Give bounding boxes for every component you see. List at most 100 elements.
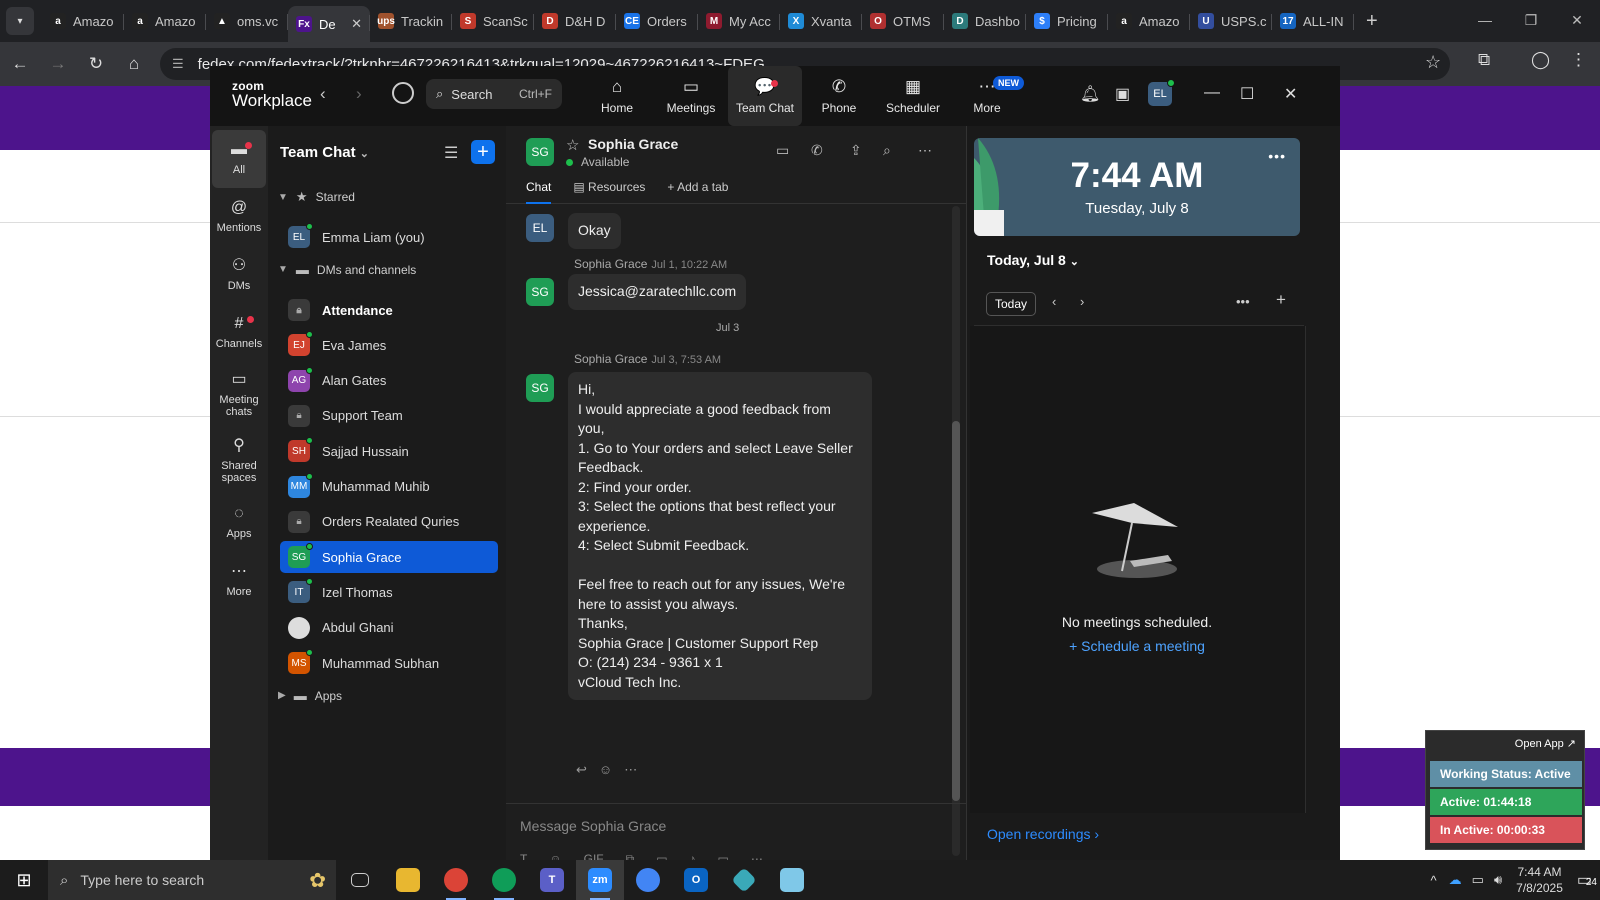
browser-tab[interactable]: CE Orders xyxy=(616,5,698,37)
outlook-icon[interactable]: O xyxy=(672,860,720,900)
browser-tab[interactable]: Fx De ✕ xyxy=(288,6,370,42)
share-screen-icon[interactable]: ⇪ xyxy=(850,142,862,159)
chevron-up-icon[interactable]: ^ xyxy=(1431,873,1437,888)
taskbar-clock[interactable]: 7:44 AM 7/8/2025 xyxy=(1516,864,1563,896)
reload-icon[interactable]: ↻ xyxy=(78,46,114,82)
section-starred[interactable]: ▼ ★ Starred xyxy=(278,189,355,205)
gif-icon[interactable]: GIF xyxy=(584,852,604,860)
avatar[interactable]: EL xyxy=(1148,79,1175,106)
onedrive-icon[interactable]: ☁ xyxy=(1449,872,1462,888)
minimize-icon[interactable]: — xyxy=(1462,0,1508,40)
chrome-icon[interactable] xyxy=(432,860,480,900)
browser-tab[interactable]: S ScanSc xyxy=(452,5,534,37)
more-icon[interactable]: ⋯ xyxy=(751,852,763,860)
tab-meetings[interactable]: ▭ Meetings xyxy=(654,66,728,126)
zoom-search[interactable]: ⌕ Search Ctrl+F xyxy=(426,79,562,109)
app-note-icon[interactable] xyxy=(768,860,816,900)
list-item[interactable]: SH Sajjad Hussain xyxy=(280,435,498,467)
list-item[interactable]: MM Muhammad Muhib xyxy=(280,471,498,503)
list-item[interactable]: AG Alan Gates xyxy=(280,365,498,397)
format-icon[interactable]: T xyxy=(520,852,527,860)
maximize-icon[interactable]: ☐ xyxy=(1240,84,1254,104)
minimize-icon[interactable]: — xyxy=(1204,84,1220,102)
browser-tab[interactable]: M My Acc xyxy=(698,5,780,37)
tab-home[interactable]: ⌂ Home xyxy=(580,66,654,126)
tab-resources[interactable]: ▤ Resources xyxy=(573,180,645,204)
browser-tab[interactable]: a Amazo xyxy=(42,5,124,37)
windows-start-icon[interactable]: ⊞ xyxy=(0,860,48,900)
back-arrow-icon[interactable]: ‹ xyxy=(320,84,326,104)
message-avatar[interactable]: SG xyxy=(526,278,554,306)
bookmark-star-icon[interactable]: ☆ xyxy=(1425,52,1441,73)
list-item[interactable]: EL Emma Liam (you) xyxy=(280,221,498,253)
close-window-icon[interactable]: ✕ xyxy=(1554,0,1600,40)
filter-icon[interactable]: ☰ xyxy=(444,143,458,163)
list-item[interactable]: 🔒︎ Attendance xyxy=(280,294,498,326)
site-info-icon[interactable]: ☰ xyxy=(172,56,184,72)
new-chat-button[interactable]: + xyxy=(471,140,495,164)
chrome-alt-icon[interactable] xyxy=(624,860,672,900)
list-item[interactable]: EJ Eva James xyxy=(280,329,498,361)
message-input[interactable] xyxy=(520,814,940,838)
open-recordings-link[interactable]: Open recordings › xyxy=(987,826,1099,842)
browser-tab[interactable]: D Dashbo xyxy=(944,5,1026,37)
app-diamond-icon[interactable] xyxy=(720,860,768,900)
list-item[interactable]: SG Sophia Grace xyxy=(280,541,498,574)
tab-add[interactable]: + Add a tab xyxy=(667,180,728,204)
browser-tab[interactable]: a Amazo xyxy=(1108,5,1190,37)
browser-tab[interactable]: ups Trackin xyxy=(370,5,452,37)
emoji-icon[interactable]: ☺ xyxy=(599,762,612,778)
tab-more[interactable]: ⋯ NEW More xyxy=(950,66,1024,126)
browser-tab[interactable]: 17 ALL-IN xyxy=(1272,5,1354,37)
notification-icon[interactable]: ▭ 24 xyxy=(1577,870,1597,890)
volume-icon[interactable]: 🔊︎ xyxy=(1494,872,1502,888)
add-event-icon[interactable]: + xyxy=(1276,290,1286,310)
open-app-link[interactable]: Open App ↗ xyxy=(1515,737,1576,750)
network-icon[interactable]: ▭ xyxy=(1472,872,1484,888)
rail-apps[interactable]: ◌ Apps xyxy=(210,494,268,552)
today-header[interactable]: Today, Jul 8 ⌄ xyxy=(987,252,1079,268)
mic-icon[interactable]: ♪ xyxy=(690,852,696,860)
profile-icon[interactable]: ◯ xyxy=(1531,50,1550,70)
close-icon[interactable]: ✕ xyxy=(1284,84,1297,104)
file-explorer-icon[interactable] xyxy=(384,860,432,900)
rail-mentions[interactable]: @ Mentions xyxy=(210,188,268,246)
back-icon[interactable]: ← xyxy=(2,46,38,82)
rail-more[interactable]: ⋯ More xyxy=(210,552,268,610)
code-icon[interactable]: ▭ xyxy=(656,852,667,860)
home-icon[interactable]: ⌂ xyxy=(116,46,152,82)
restore-icon[interactable]: ❐ xyxy=(1508,0,1554,40)
tab-team-chat[interactable]: 💬 Team Chat xyxy=(728,66,802,126)
rail-channels[interactable]: # Channels xyxy=(210,304,268,362)
message-avatar[interactable]: SG xyxy=(526,374,554,402)
section-apps[interactable]: ▶ ▬ Apps xyxy=(278,688,342,703)
forward-icon[interactable]: → xyxy=(40,46,76,82)
rail-dms[interactable]: ⚇ DMs xyxy=(210,246,268,304)
browser-tab[interactable]: a Amazo xyxy=(124,5,206,37)
teams-icon[interactable]: T xyxy=(528,860,576,900)
list-item[interactable]: IT Izel Thomas xyxy=(280,576,498,608)
reply-icon[interactable]: ↩ xyxy=(576,762,587,778)
today-button[interactable]: Today xyxy=(986,292,1037,316)
schedule-meeting-link[interactable]: + Schedule a meeting xyxy=(967,638,1307,654)
scroll-thumb[interactable] xyxy=(952,421,960,801)
list-item[interactable]: 🔒︎ Support Team xyxy=(280,400,498,432)
taskbar-search[interactable]: ⌕ Type here to search ✿ xyxy=(48,860,336,900)
emoji-icon[interactable]: ☺ xyxy=(549,852,561,860)
video-icon[interactable]: ▭ xyxy=(718,852,729,860)
browser-menu-icon[interactable]: ⋮ xyxy=(1570,50,1587,70)
list-item[interactable]: Abdul Ghani xyxy=(280,612,498,644)
rail-shared-spaces[interactable]: ⚲ Shared spaces xyxy=(210,428,268,494)
new-tab-button[interactable]: + xyxy=(1366,10,1378,33)
chrome-profile-icon[interactable] xyxy=(480,860,528,900)
team-chat-title[interactable]: Team Chat ⌄ xyxy=(280,144,369,161)
zoom-taskbar-icon[interactable]: zm xyxy=(576,860,624,900)
task-view-icon[interactable] xyxy=(336,860,384,900)
more-options-icon[interactable]: ⋯ xyxy=(918,142,932,159)
extensions-icon[interactable]: ⧉ xyxy=(1478,50,1490,70)
contact-avatar[interactable]: SG xyxy=(526,138,554,166)
search-icon[interactable]: ⌕ xyxy=(883,142,891,159)
contact-name[interactable]: Sophia Grace xyxy=(588,136,678,152)
chevron-right-icon[interactable]: › xyxy=(1080,294,1084,309)
more-options-icon[interactable]: ••• xyxy=(1236,294,1250,309)
